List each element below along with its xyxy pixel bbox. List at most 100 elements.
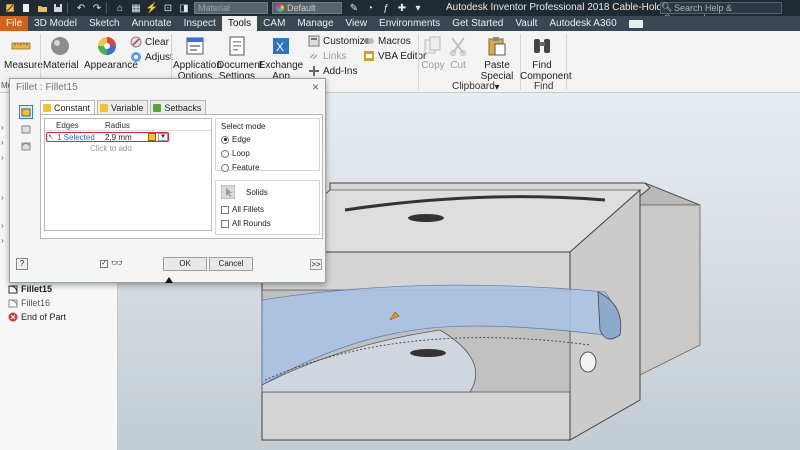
preview-toggle[interactable]: ✓ 👓︎ [100,258,122,269]
select-icon[interactable]: ▦ [130,2,142,14]
tab-tools[interactable]: Tools [221,16,258,31]
tree-item-fillet15[interactable]: Fillet15 [8,284,52,294]
cut-button[interactable]: Cut [446,35,470,71]
tab-cam[interactable]: CAM [257,16,291,31]
click-to-add[interactable]: Click to add [90,144,132,153]
radio-button[interactable] [221,149,229,158]
radio-feature[interactable]: Feature [221,163,260,172]
tab-sketch[interactable]: Sketch [83,16,126,31]
measure-icon[interactable]: ⊡ [162,2,174,14]
panel-label-find: Find [534,81,554,92]
ok-button[interactable]: OK [163,257,207,271]
macros-button[interactable]: Macros [363,35,411,47]
adjust-button[interactable]: Adjust [130,51,173,63]
expand-arrow-icon[interactable]: › [1,236,4,245]
solids-label: Solids [246,188,268,197]
measure-picker-icon[interactable] [148,133,156,141]
home-icon[interactable]: ⌂ [114,2,126,14]
tab-3d-model[interactable]: 3D Model [28,16,83,31]
open-folder-icon[interactable] [36,2,48,14]
tab-get-started[interactable]: Get Started [446,16,509,31]
view-icon[interactable]: ◨ [178,2,190,14]
radio-edge[interactable]: Edge [221,135,251,144]
cancel-button[interactable]: Cancel [209,257,253,271]
close-icon[interactable]: × [312,80,319,94]
select-mode-group: Select mode Edge Loop Feature [215,118,320,172]
checkbox[interactable] [221,219,229,228]
tab-setbacks[interactable]: Setbacks [150,100,207,114]
edge-fillet-icon[interactable] [19,105,33,119]
clear-appearance-icon[interactable]: ✎ [348,2,360,14]
preview-checkbox[interactable]: ✓ [100,259,108,268]
dialog-title: Fillet : Fillet15 [16,82,78,93]
copy-button[interactable]: Copy [421,35,445,71]
adjust-icon[interactable]: ◔ [364,2,376,14]
expand-arrow-icon[interactable]: › [1,138,4,147]
tab-annotate[interactable]: Annotate [126,16,178,31]
app-menu-icon[interactable] [4,2,16,14]
tree-item-label: Fillet16 [21,298,51,308]
undo-icon[interactable]: ↶ [75,2,87,14]
table-row[interactable]: ↖ 1 Selected 2,9 mm ▼ [46,132,169,142]
tab-inspect[interactable]: Inspect [178,16,222,31]
tab-autodesk-a360[interactable]: Autodesk A360 [543,16,622,31]
search-input[interactable]: 🔍︎ Search Help & Commands... [660,2,782,23]
plus-icon[interactable]: ✚ [396,2,408,14]
expand-arrow-icon[interactable]: › [1,221,4,230]
edges-selected-value[interactable]: 1 Selected [57,133,95,142]
material-combo[interactable]: Material [194,2,268,14]
tab-constant[interactable]: Constant [40,100,96,114]
tree-item-fillet16[interactable]: Fillet16 [8,298,50,308]
tree-item-end-of-part[interactable]: End of Part [8,312,66,322]
material-combo-value: Material [198,3,231,13]
find-component-button[interactable]: Find Component [520,35,572,82]
redo-icon[interactable]: ↷ [91,2,103,14]
checkbox[interactable] [221,205,229,214]
face-fillet-icon[interactable] [19,122,33,136]
measure-button[interactable]: Measure [4,35,43,71]
more-options-button[interactable]: >> [310,259,322,270]
new-document-icon[interactable] [20,2,32,14]
material-button[interactable]: Material [43,35,79,71]
tab-vault[interactable]: Vault [509,16,543,31]
clear-button[interactable]: Clear [130,36,169,48]
expand-arrow-icon[interactable]: › [1,123,4,132]
vba-editor-button[interactable]: VBA Editor [363,50,426,62]
customize-button[interactable]: Customize [308,35,370,47]
chevron-down-icon[interactable]: ▼ [158,133,168,141]
radius-value[interactable]: 2,9 mm [105,133,132,142]
document-settings-icon [229,36,245,56]
expand-arrow-icon[interactable]: › [1,193,4,202]
expand-arrow-icon[interactable]: › [1,153,4,162]
help-button[interactable]: ? [16,258,28,270]
paste-special-label-1: Paste [484,60,510,71]
update-icon[interactable]: ⚡ [146,2,158,14]
tab-manage[interactable]: Manage [291,16,339,31]
save-icon[interactable] [52,2,64,14]
radio-button[interactable] [221,135,229,144]
tab-variable[interactable]: Variable [97,100,149,114]
all-fillets-label: All Fillets [232,205,265,214]
radio-button[interactable] [221,163,229,172]
links-button[interactable]: Links [308,50,346,62]
application-options-button[interactable]: Application Options [173,35,222,82]
tab-file[interactable]: File [0,16,29,31]
all-fillets-checkbox[interactable]: All Fillets [221,205,264,214]
solids-select-icon[interactable] [221,185,235,199]
all-rounds-checkbox[interactable]: All Rounds [221,219,271,228]
fx-icon[interactable]: ƒ [380,2,392,14]
appearance-combo[interactable]: Default [272,2,342,14]
col-edges: Edges [56,121,79,130]
document-settings-button[interactable]: Document Settings [217,35,263,82]
tab-environments[interactable]: Environments [373,16,446,31]
dialog-tabs: Constant Variable Setbacks [40,100,208,114]
dialog-grip-icon[interactable] [165,277,173,283]
appearance-button[interactable]: Appearance [84,35,138,71]
tab-view[interactable]: View [340,16,374,31]
full-round-fillet-icon[interactable] [19,139,33,153]
video-icon[interactable] [628,20,643,28]
clear-icon [130,36,142,48]
add-ins-button[interactable]: Add-Ins [308,65,357,77]
radio-loop[interactable]: Loop [221,149,250,158]
dropdown-icon[interactable]: ▾ [412,2,424,14]
